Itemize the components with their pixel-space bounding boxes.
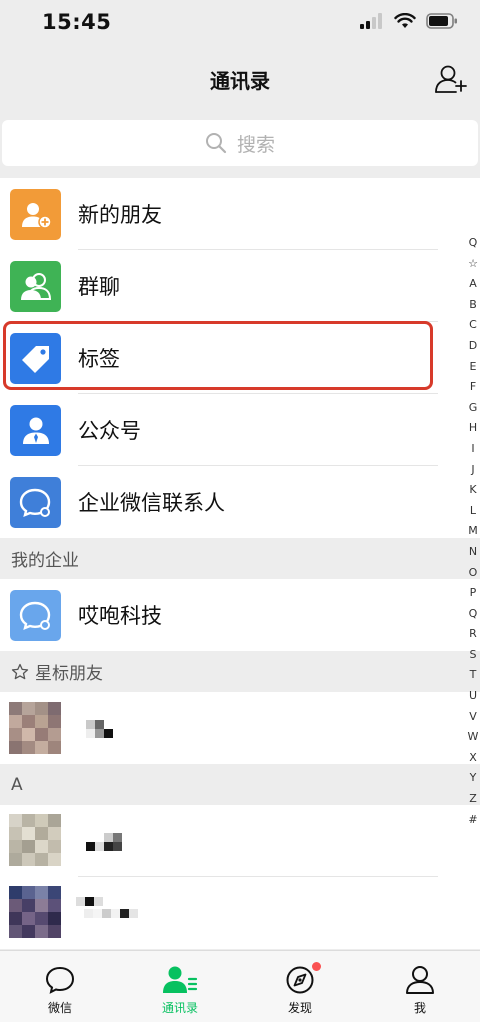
status-time: 15:45 [42, 10, 112, 34]
index-letter[interactable]: A [469, 274, 477, 295]
new-friends-label: 新的朋友 [78, 203, 162, 227]
tab-label: 我 [413, 1001, 426, 1015]
new-friend-icon [10, 189, 61, 240]
section-title: 星标朋友 [35, 664, 103, 684]
index-letter[interactable]: V [469, 707, 477, 728]
index-letter[interactable]: M [468, 521, 478, 542]
index-letter[interactable]: D [469, 336, 477, 357]
official-accounts-item[interactable]: 公众号 [0, 394, 480, 466]
index-letter[interactable]: ☆ [468, 254, 478, 275]
tab-contacts[interactable]: 通讯录 [120, 951, 240, 1022]
alphabet-index[interactable]: Q ☆ A B C D E F G H I J K L M N O P Q R … [466, 233, 480, 830]
enterprise-item[interactable]: 哎咆科技 [0, 579, 480, 651]
index-letter[interactable]: I [471, 439, 474, 460]
battery-icon [426, 13, 457, 29]
tab-label: 微信 [47, 1001, 72, 1015]
avatar [9, 886, 61, 938]
index-letter[interactable]: R [469, 624, 477, 645]
avatar [9, 814, 61, 866]
censored-name [86, 842, 122, 851]
index-letter[interactable]: N [469, 542, 477, 563]
enterprise-icon [10, 590, 61, 641]
index-letter[interactable]: H [469, 418, 477, 439]
avatar [9, 702, 61, 754]
index-letter[interactable]: U [469, 686, 477, 707]
contact-row[interactable] [0, 805, 480, 877]
enterprise-label: 哎咆科技 [78, 604, 162, 628]
index-letter[interactable]: E [470, 357, 477, 378]
chat-icon [45, 966, 75, 994]
index-letter[interactable]: S [470, 645, 477, 666]
index-letter[interactable]: J [471, 460, 474, 481]
tab-label: 发现 [287, 1001, 312, 1015]
group-chat-icon [10, 261, 61, 312]
search-placeholder: 搜索 [236, 133, 275, 156]
censored-name [86, 833, 122, 842]
censored-name [86, 729, 113, 738]
section-header-starred: 星标朋友 [0, 651, 480, 692]
notification-badge [312, 962, 321, 971]
index-letter[interactable]: K [469, 480, 476, 501]
official-account-icon [10, 405, 61, 456]
new-friends-item[interactable]: 新的朋友 [0, 178, 480, 250]
wifi-icon [394, 13, 416, 28]
contacts-icon [163, 966, 198, 993]
discover-icon [286, 966, 314, 994]
group-chats-item[interactable]: 群聊 [0, 250, 480, 322]
index-letter[interactable]: T [470, 665, 477, 686]
contacts-list: 新的朋友 群聊 标签 公众号 企业微信联系人 我的企业 哎咆科技 星标朋友 A [0, 178, 480, 949]
index-letter[interactable]: P [470, 583, 477, 604]
index-letter[interactable]: Y [470, 768, 477, 789]
wecom-contacts-item[interactable]: 企业微信联系人 [0, 466, 480, 538]
index-letter[interactable]: Z [469, 789, 477, 810]
signal-icon [360, 13, 382, 29]
tab-label: 通讯录 [161, 1001, 198, 1015]
star-icon [11, 663, 29, 679]
search-icon [205, 133, 227, 154]
tab-chats[interactable]: 微信 [0, 951, 120, 1022]
contact-row[interactable] [0, 692, 480, 764]
contact-row[interactable] [0, 877, 480, 949]
censored-name [84, 909, 138, 918]
group-chats-label: 群聊 [78, 275, 120, 299]
wecom-icon [10, 477, 61, 528]
index-letter[interactable]: O [469, 563, 478, 584]
index-letter[interactable]: C [469, 315, 477, 336]
index-letter[interactable]: G [469, 398, 478, 419]
tab-bar: 微信 通讯录 发现 我 [0, 950, 480, 1022]
censored-name [86, 720, 104, 729]
wecom-contacts-label: 企业微信联系人 [78, 491, 225, 515]
official-accounts-label: 公众号 [78, 419, 141, 443]
tab-me[interactable]: 我 [360, 951, 480, 1022]
section-header-my-enterprise: 我的企业 [0, 538, 480, 579]
add-friend-icon[interactable] [434, 62, 468, 96]
nav-bar: 通讯录 [0, 44, 480, 114]
page-title: 通讯录 [210, 69, 270, 93]
tab-discover[interactable]: 发现 [240, 951, 360, 1022]
section-title: A [11, 774, 23, 795]
status-bar: 15:45 [0, 0, 480, 44]
status-icons [360, 13, 458, 29]
index-letter[interactable]: B [469, 295, 477, 316]
highlight-box [3, 321, 433, 390]
section-header-a: A [0, 764, 480, 805]
censored-name [76, 897, 103, 906]
index-letter[interactable]: L [470, 501, 476, 522]
index-letter[interactable]: # [468, 810, 477, 831]
search-input[interactable]: 搜索 [2, 120, 478, 166]
index-letter[interactable]: Q [469, 233, 478, 254]
index-letter[interactable]: W [468, 727, 479, 748]
index-letter[interactable]: Q [469, 604, 478, 625]
section-title: 我的企业 [11, 551, 79, 571]
index-letter[interactable]: X [469, 748, 477, 769]
me-icon [406, 966, 434, 994]
index-letter[interactable]: F [470, 377, 476, 398]
